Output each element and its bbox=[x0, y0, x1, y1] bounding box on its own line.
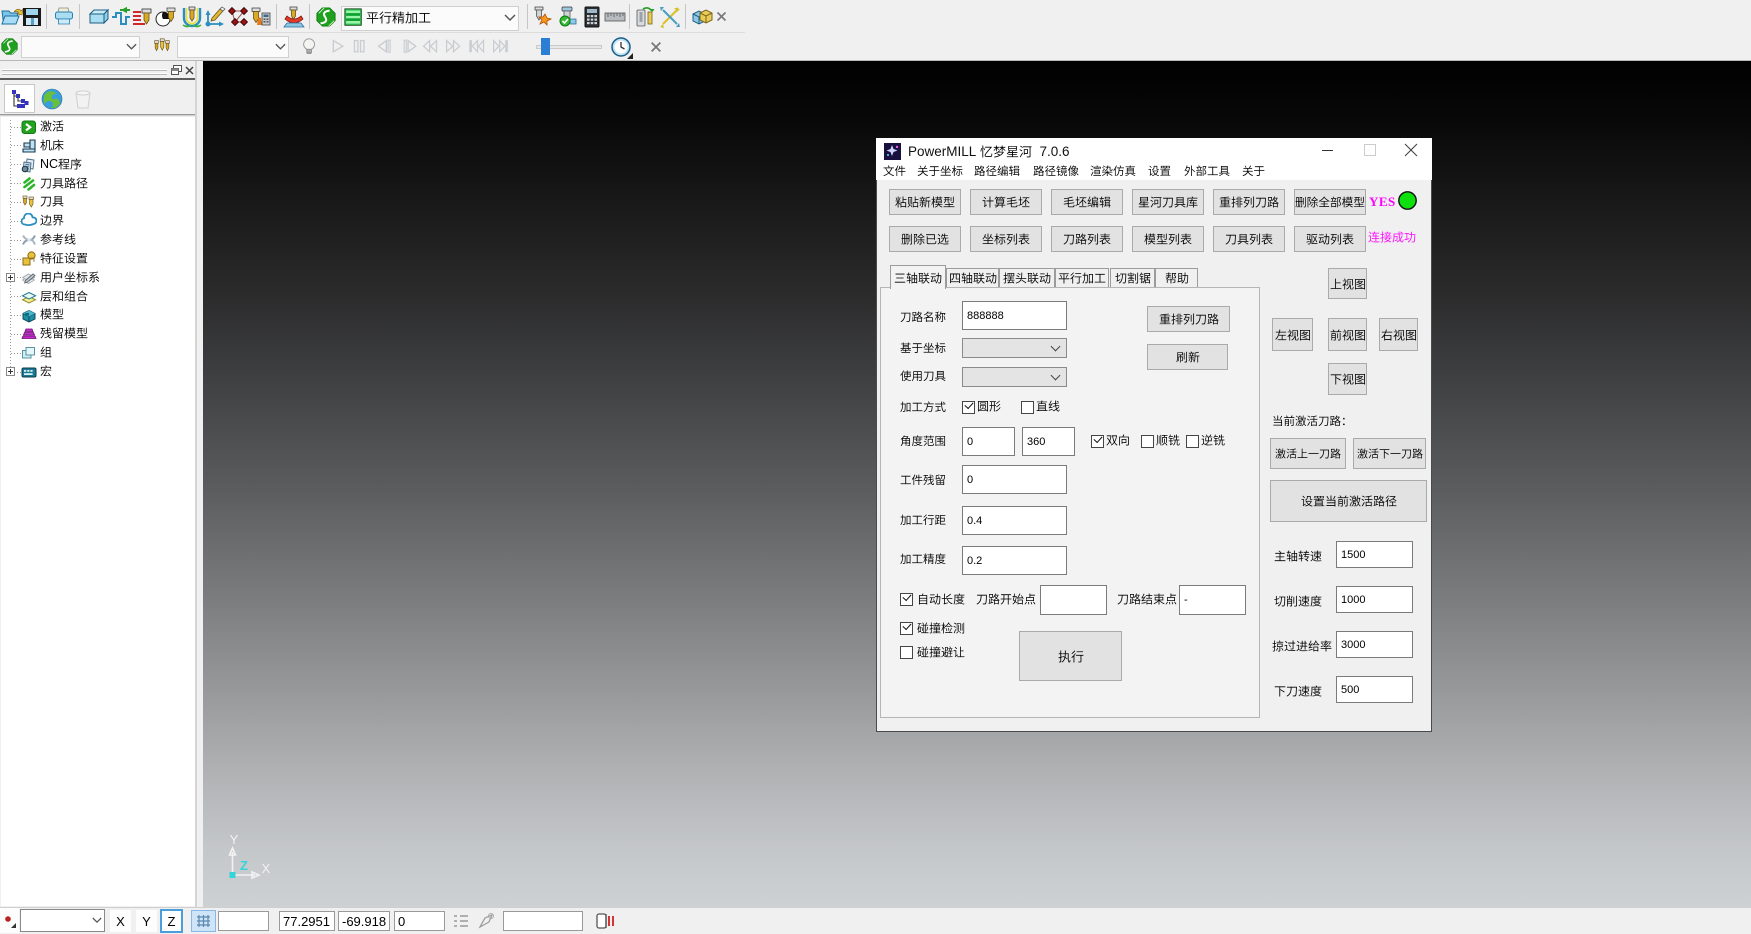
svg-text:X: X bbox=[262, 861, 271, 876]
svg-text:Y: Y bbox=[230, 832, 239, 847]
svg-text:Z: Z bbox=[240, 858, 248, 873]
